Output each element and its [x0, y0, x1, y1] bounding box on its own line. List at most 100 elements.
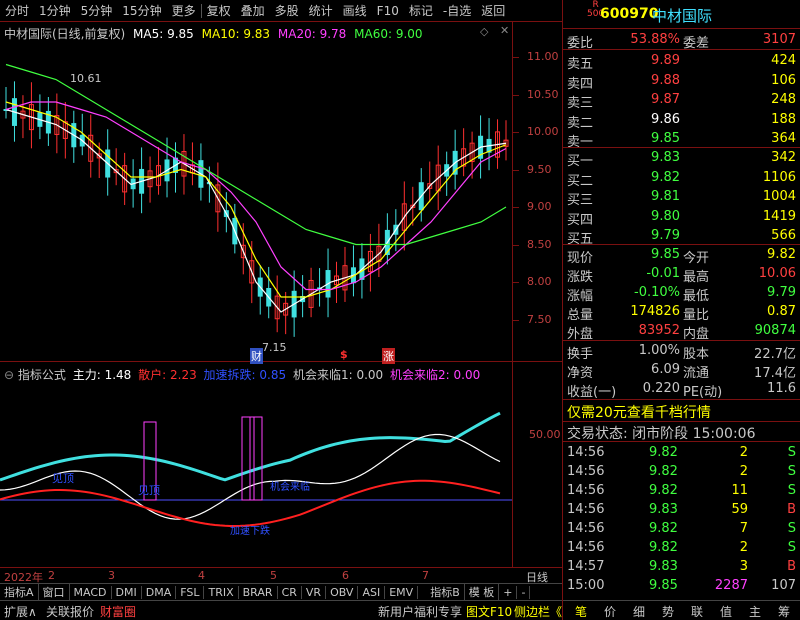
indicator-tab-15[interactable]: +	[499, 585, 518, 599]
tick-volume: 2	[739, 464, 748, 479]
stat-row: 涨幅 -0.10% 最低 9.79	[565, 283, 800, 304]
toolbar-item-10[interactable]: F10	[372, 4, 404, 18]
quote-tab-3[interactable]: 势	[662, 603, 674, 620]
indicator-tab-2[interactable]: MACD	[70, 585, 112, 599]
quote-tab-2[interactable]: 细	[633, 603, 645, 620]
indicator-tab-4[interactable]: DMA	[142, 585, 177, 599]
dollar-marker[interactable]: $	[340, 348, 348, 361]
tick-price: 9.82	[649, 483, 678, 498]
price-chart[interactable]: 中材国际(日线,前复权) MA5: 9.85 MA10: 9.83 MA20: …	[0, 22, 562, 364]
tick-row: 14:56 9.82 2 S	[565, 443, 800, 463]
indicator-tab-6[interactable]: TRIX	[204, 585, 239, 599]
sell-row-3[interactable]: 卖三 9.87 248	[565, 90, 800, 111]
toolbar-item-6[interactable]: 叠加	[236, 2, 270, 19]
tick-time: 14:57	[567, 559, 605, 574]
buy-row-3[interactable]: 买三 9.81 1004	[565, 187, 800, 208]
sell-row-5[interactable]: 卖五 9.89 424	[565, 51, 800, 72]
quote-tab-5[interactable]: 值	[720, 603, 732, 620]
indicator-tab-0[interactable]: 指标A	[0, 584, 39, 600]
toolbar: 分时 1分钟 5分钟 15分钟 更多 复权 叠加 多股 统计 画线 F10 标记 -自选 返回	[0, 0, 562, 22]
toolbar-item-11[interactable]: 标记	[404, 2, 438, 19]
stat-value: 174826	[630, 304, 680, 319]
indicator-tab-11[interactable]: ASI	[358, 585, 386, 599]
indicator-tab-9[interactable]: VR	[302, 585, 327, 599]
x-tick: 2	[48, 569, 55, 582]
stat-value: 10.06	[758, 266, 796, 281]
indicator-tab-13[interactable]: 指标B	[426, 584, 465, 600]
toolbar-item-13[interactable]: 返回	[476, 2, 510, 19]
price-tick-mark	[513, 244, 519, 246]
promo-text[interactable]: 仅需20元查看千档行情	[567, 402, 711, 422]
buy-row-1[interactable]: 买一 9.83 342	[565, 148, 800, 169]
toolbar-item-5[interactable]: 复权	[202, 2, 236, 19]
price-tick-mark	[513, 319, 519, 321]
tick-direction: 107	[771, 578, 796, 593]
toolbar-item-12[interactable]: -自选	[438, 2, 476, 19]
book-volume: 424	[771, 53, 796, 68]
sell-row-2[interactable]: 卖二 9.86 188	[565, 110, 800, 131]
buy-row-2[interactable]: 买二 9.82 1106	[565, 168, 800, 189]
buy-row-4[interactable]: 买四 9.80 1419	[565, 207, 800, 228]
price-tick-mark	[513, 57, 519, 58]
sell-row-1[interactable]: 卖一 9.85 364	[565, 129, 800, 150]
related-quote-button[interactable]: 关联报价	[46, 603, 94, 620]
book-label: 买一	[567, 154, 594, 169]
stat-value: 0.87	[767, 304, 796, 319]
sell-row-4[interactable]: 卖四 9.88 106	[565, 71, 800, 92]
expand-button[interactable]: 扩展∧	[4, 603, 37, 620]
ma-line-ma60	[5, 63, 507, 246]
tick-row: 14:56 9.83 59 B	[565, 500, 800, 520]
indicator-level-50: 50.00	[529, 428, 561, 441]
book-volume: 1004	[762, 189, 796, 204]
book-volume: 566	[771, 228, 796, 243]
book-price: 9.85	[651, 131, 680, 146]
promo-link[interactable]: 新用户福利专享	[378, 603, 462, 620]
indicator-tab-8[interactable]: CR	[278, 585, 302, 599]
price-tick-mark	[513, 169, 519, 171]
indicator-tab-14[interactable]: 模 板	[465, 584, 500, 600]
indicator-panel[interactable]: ⊖ 指标公式 主力: 1.48 散户: 2.23 加速拆跌: 0.85 机会来临…	[0, 362, 562, 567]
indicator-tab-7[interactable]: BRAR	[239, 585, 278, 599]
book-label: 买二	[567, 173, 594, 189]
indicator-tab-10[interactable]: OBV	[326, 585, 359, 599]
toolbar-item-1[interactable]: 1分钟	[34, 2, 76, 19]
indicator-tab-3[interactable]: DMI	[112, 585, 142, 599]
quote-tab-7[interactable]: 筹	[778, 603, 790, 620]
toolbar-item-3[interactable]: 15分钟	[117, 2, 166, 19]
high-annotation: 10.61	[70, 72, 102, 85]
book-price: 9.81	[651, 189, 680, 204]
quote-tab-0[interactable]: 笔	[575, 603, 587, 620]
quote-tab-1[interactable]: 价	[604, 603, 616, 620]
tick-price: 9.83	[649, 559, 678, 574]
toolbar-item-2[interactable]: 5分钟	[76, 2, 118, 19]
tick-direction: S	[787, 464, 796, 479]
x-tick: 5	[270, 569, 277, 582]
price-tick: 7.50	[527, 312, 552, 326]
divider	[563, 399, 800, 400]
accel-label: 加速下跌	[230, 526, 270, 537]
wealth-circle-button[interactable]: 财富圈	[100, 603, 136, 620]
stock-code: 600970	[600, 6, 659, 22]
f10-button[interactable]: 图文F10	[466, 603, 512, 620]
indicator-tab-16[interactable]: -	[517, 585, 531, 599]
toolbar-item-4[interactable]: 更多	[167, 2, 201, 19]
stat-row: 净资 6.09 流通 17.4亿	[565, 360, 800, 381]
toolbar-item-0[interactable]: 分时	[0, 2, 34, 19]
quote-tab-4[interactable]: 联	[691, 603, 703, 620]
toolbar-item-9[interactable]: 画线	[338, 2, 372, 19]
indicator-tab-5[interactable]: FSL	[176, 585, 205, 599]
sidebar-button[interactable]: 侧边栏《	[514, 603, 562, 620]
indicator-tab-1[interactable]: 窗口	[39, 584, 70, 600]
right-tabs: 笔价细势联值主筹	[563, 600, 800, 620]
indicator-tab-12[interactable]: EMV	[385, 585, 419, 599]
quote-tab-6[interactable]: 主	[749, 603, 761, 620]
book-volume: 364	[771, 131, 796, 146]
indicator-tabs: 指标A 窗口 MACD DMI DMA FSL TRIX BRAR CR VR OBV ASI EMV 指…	[0, 583, 562, 600]
price-tick: 8.50	[527, 237, 552, 251]
peak-label-1: 见顶	[52, 472, 74, 485]
buy-row-5[interactable]: 买五 9.79 566	[565, 226, 800, 247]
stat-value: 6.09	[651, 362, 680, 377]
book-price: 9.82	[651, 169, 680, 185]
toolbar-item-8[interactable]: 统计	[304, 2, 338, 19]
toolbar-item-7[interactable]: 多股	[270, 2, 304, 19]
